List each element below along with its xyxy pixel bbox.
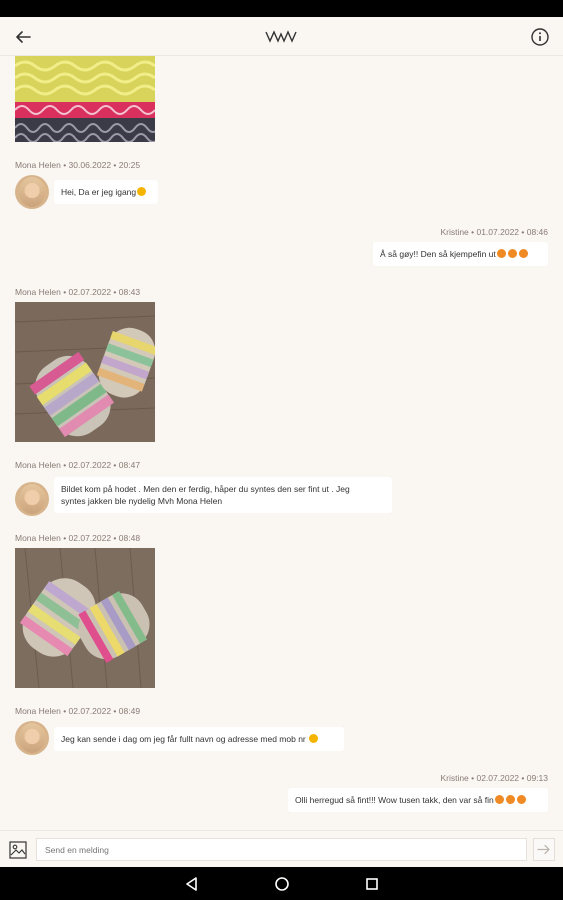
- message-text: Å så gøy!! Den så kjempefin ut: [380, 249, 496, 259]
- message-meta: Mona Helen • 02.07.2022 • 08:47: [15, 460, 141, 470]
- message-photo-yarn[interactable]: [15, 56, 155, 142]
- message-bubble: Jeg kan sende i dag om jeg får fullt nav…: [54, 727, 344, 751]
- circle-home-icon[interactable]: [274, 876, 290, 892]
- message-input[interactable]: [36, 838, 527, 861]
- avatar[interactable]: [15, 175, 49, 209]
- emoji-icon: [507, 249, 517, 258]
- emoji-icon: [505, 795, 515, 804]
- message-text: Bildet kom på hodet . Men den er ferdig,…: [61, 484, 350, 494]
- message-photo-mittens-2[interactable]: [15, 548, 155, 688]
- arrow-left-icon[interactable]: [12, 26, 34, 48]
- message-meta: Mona Helen • 30.06.2022 • 20:25: [15, 160, 141, 170]
- message-text: Hei, Da er jeg igang: [61, 187, 137, 197]
- message-photo-mittens-1[interactable]: [15, 302, 155, 442]
- avatar[interactable]: [15, 721, 49, 755]
- message-meta: Mona Helen • 02.07.2022 • 08:49: [15, 706, 141, 716]
- info-icon[interactable]: [529, 26, 551, 48]
- emoji-icon: [516, 795, 526, 804]
- message-composer: [0, 830, 563, 867]
- message-text: Jeg kan sende i dag om jeg får fullt nav…: [61, 734, 306, 744]
- message-meta: Kristine • 02.07.2022 • 09:13: [440, 773, 548, 783]
- image-icon[interactable]: [8, 840, 28, 860]
- message-bubble: Olli herregud så fint!!! Wow tusen takk,…: [288, 788, 548, 812]
- system-nav-bar: [0, 867, 563, 900]
- message-meta: Kristine • 01.07.2022 • 08:46: [440, 227, 548, 237]
- emoji-icon: [494, 795, 504, 804]
- avatar[interactable]: [15, 482, 49, 516]
- emoji-icon: [496, 249, 506, 258]
- arrow-right-icon: [537, 844, 550, 855]
- message-meta: Mona Helen • 02.07.2022 • 08:43: [15, 287, 141, 297]
- smiley-emoji-icon: [137, 187, 147, 196]
- smiley-emoji-icon: [309, 734, 319, 743]
- message-text: syntes jakken ble nydelig Mvh Mona Helen: [61, 496, 223, 506]
- message-meta: Mona Helen • 02.07.2022 • 08:48: [15, 533, 141, 543]
- app-bar: [0, 17, 563, 56]
- knit-logo-icon: [265, 30, 297, 43]
- message-bubble: Hei, Da er jeg igang: [54, 180, 158, 204]
- square-recents-icon[interactable]: [364, 876, 380, 892]
- triangle-back-icon[interactable]: [184, 876, 200, 892]
- send-button[interactable]: [533, 838, 555, 861]
- status-bar: [0, 0, 563, 17]
- message-bubble: Bildet kom på hodet . Men den er ferdig,…: [54, 477, 392, 513]
- message-bubble: Å så gøy!! Den så kjempefin ut: [373, 242, 548, 266]
- emoji-icon: [518, 249, 528, 258]
- message-text: Olli herregud så fint!!! Wow tusen takk,…: [295, 795, 494, 805]
